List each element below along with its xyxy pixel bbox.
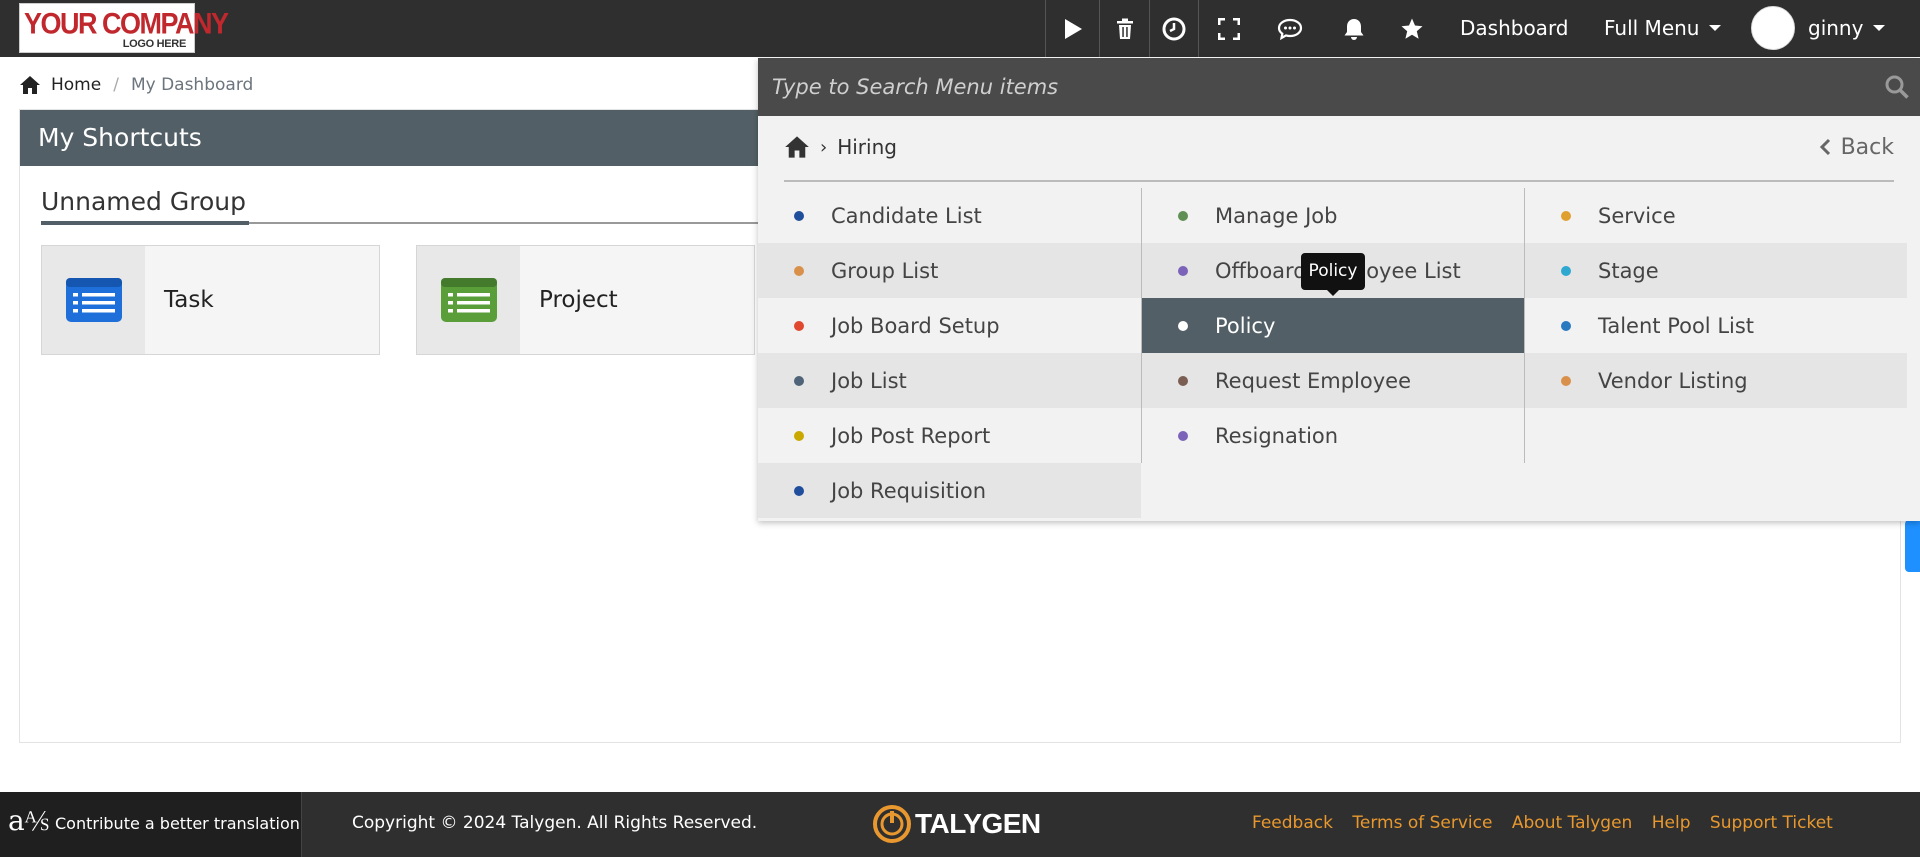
chevron-down-icon xyxy=(1873,25,1886,31)
bullet-icon xyxy=(1178,376,1188,386)
menu-item-job-board-setup[interactable]: Job Board Setup xyxy=(758,298,1141,353)
bullet-icon xyxy=(1178,321,1188,331)
breadcrumb-separator: / xyxy=(113,75,119,95)
bullet-icon xyxy=(1561,266,1571,276)
menu-search-bar xyxy=(758,58,1920,116)
menu-search-input[interactable] xyxy=(758,58,1858,116)
search-icon[interactable] xyxy=(1884,74,1910,100)
bullet-icon xyxy=(1178,431,1188,441)
talygen-logo[interactable]: TALYGEN xyxy=(873,805,1041,843)
chevron-right-icon: › xyxy=(820,136,828,158)
breadcrumb: Home / My Dashboard xyxy=(19,73,253,97)
bullet-icon xyxy=(794,376,804,386)
breadcrumb-home[interactable]: Home xyxy=(51,75,101,95)
group-divider-accent xyxy=(41,221,249,225)
bullet-icon xyxy=(1561,321,1571,331)
footer-link-support-ticket[interactable]: Support Ticket xyxy=(1710,813,1833,833)
menu-item-manage-job[interactable]: Manage Job xyxy=(1142,188,1524,243)
bullet-icon xyxy=(1561,211,1571,221)
menu-column-1: Candidate List Group List Job Board Setu… xyxy=(758,188,1141,518)
chevron-down-icon xyxy=(1709,25,1722,31)
menu-item-service[interactable]: Service xyxy=(1525,188,1907,243)
dashboard-link[interactable]: Dashboard xyxy=(1460,0,1569,57)
footer-link-about[interactable]: About Talygen xyxy=(1512,813,1632,833)
menu-item-policy[interactable]: Policy xyxy=(1142,298,1524,353)
shortcut-project[interactable]: Project xyxy=(416,245,755,355)
shortcut-label: Project xyxy=(539,287,618,313)
full-menu-label: Full Menu xyxy=(1604,16,1700,40)
menu-divider xyxy=(784,180,1894,182)
translate-icon: a⅍ xyxy=(8,804,50,837)
footer-links: Feedback Terms of Service About Talygen … xyxy=(1252,792,1847,855)
menu-item-group-list[interactable]: Group List xyxy=(758,243,1141,298)
bullet-icon xyxy=(794,431,804,441)
user-dropdown[interactable]: ginny xyxy=(1808,0,1886,57)
menu-path-current: Hiring xyxy=(837,135,897,159)
play-icon[interactable] xyxy=(1045,0,1099,57)
tooltip: Policy xyxy=(1301,253,1365,296)
menu-item-vendor-listing[interactable]: Vendor Listing xyxy=(1525,353,1907,408)
bullet-icon xyxy=(1178,266,1188,276)
breadcrumb-current: My Dashboard xyxy=(130,75,254,95)
footer: a⅍ Contribute a better translation Copyr… xyxy=(0,792,1920,857)
shortcut-task[interactable]: Task xyxy=(41,245,380,355)
home-icon[interactable] xyxy=(784,135,810,159)
footer-link-terms[interactable]: Terms of Service xyxy=(1352,813,1492,833)
shortcut-label: Task xyxy=(164,287,214,313)
bullet-icon xyxy=(1561,376,1571,386)
menu-breadcrumb: › Hiring xyxy=(784,132,897,162)
bullet-icon xyxy=(1178,211,1188,221)
menu-item-job-requisition[interactable]: Job Requisition xyxy=(758,463,1141,518)
fullscreen-icon[interactable] xyxy=(1198,0,1258,57)
menu-item-talent-pool-list[interactable]: Talent Pool List xyxy=(1525,298,1907,353)
bullet-icon xyxy=(794,266,804,276)
trash-icon[interactable] xyxy=(1099,0,1149,57)
menu-column-3: Service Stage Talent Pool List Vendor Li… xyxy=(1524,188,1907,463)
chat-icon[interactable] xyxy=(1262,0,1318,57)
bullet-icon xyxy=(794,486,804,496)
bullet-icon xyxy=(794,321,804,331)
side-scroll-tab[interactable] xyxy=(1905,520,1920,572)
footer-link-feedback[interactable]: Feedback xyxy=(1252,813,1333,833)
menu-item-resignation[interactable]: Resignation xyxy=(1142,408,1524,463)
username: ginny xyxy=(1808,16,1864,40)
star-icon[interactable] xyxy=(1386,0,1438,57)
bullet-icon xyxy=(794,211,804,221)
talygen-logo-icon xyxy=(873,805,911,843)
list-icon xyxy=(42,246,145,354)
menu-item-request-employee[interactable]: Request Employee xyxy=(1142,353,1524,408)
top-navbar: YOUR COMPANY LOGO HERE Dashboard Full Me… xyxy=(0,0,1920,57)
company-logo[interactable]: YOUR COMPANY LOGO HERE xyxy=(19,3,229,53)
chevron-left-icon xyxy=(1819,138,1830,156)
menu-item-stage[interactable]: Stage xyxy=(1525,243,1907,298)
menu-item-candidate-list[interactable]: Candidate List xyxy=(758,188,1141,243)
menu-item-job-list[interactable]: Job List xyxy=(758,353,1141,408)
menu-item-job-post-report[interactable]: Job Post Report xyxy=(758,408,1141,463)
avatar[interactable] xyxy=(1751,6,1795,50)
full-menu-dropdown[interactable]: Full Menu xyxy=(1604,0,1722,57)
copyright-text: Copyright © 2024 Talygen. All Rights Res… xyxy=(352,813,758,833)
footer-link-help[interactable]: Help xyxy=(1652,813,1691,833)
list-icon xyxy=(417,246,520,354)
contribute-translation-button[interactable]: a⅍ Contribute a better translation xyxy=(0,792,302,857)
back-button[interactable]: Back xyxy=(1819,132,1894,162)
back-label: Back xyxy=(1840,134,1894,160)
group-title: Unnamed Group xyxy=(41,187,246,216)
clock-icon[interactable] xyxy=(1149,0,1198,57)
bell-icon[interactable] xyxy=(1328,0,1380,57)
menu-column-2: Manage Job Offboard Employee List Policy… xyxy=(1141,188,1524,463)
home-icon xyxy=(20,76,40,94)
